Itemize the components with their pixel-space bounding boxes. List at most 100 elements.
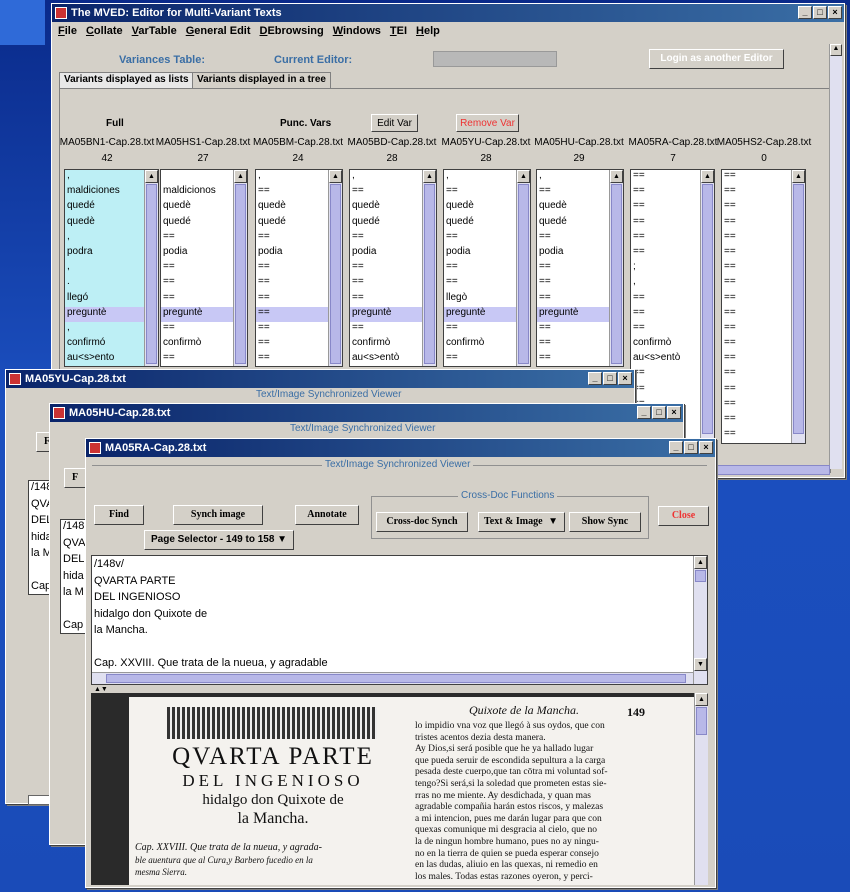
splitter-arrows-icon[interactable]: ▲▼: [94, 686, 108, 693]
menu-windows[interactable]: Windows: [333, 25, 381, 37]
list-vertical-scrollbar[interactable]: ▲: [144, 170, 158, 366]
menu-file[interactable]: File: [58, 25, 77, 37]
tab-lists[interactable]: Variants displayed as lists: [59, 72, 194, 88]
menu-tei[interactable]: TEI: [390, 25, 407, 37]
scroll-thumb[interactable]: [424, 184, 435, 364]
column-file-name: MA05HS2-Cap.28.txt: [716, 137, 812, 148]
main-horizontal-scrollbar[interactable]: [712, 465, 830, 475]
book-running-head: Quixote de la Mancha.: [469, 703, 579, 717]
scroll-thumb[interactable]: [146, 184, 157, 364]
maximize-icon[interactable]: □: [603, 372, 617, 385]
close-icon[interactable]: ×: [618, 372, 632, 385]
close-button[interactable]: Close: [658, 506, 709, 526]
punc-vars-label: Punc. Vars: [280, 118, 332, 129]
close-icon[interactable]: ×: [828, 6, 842, 19]
column-count: 29: [573, 153, 585, 164]
scroll-up-icon[interactable]: ▲: [234, 170, 247, 183]
scroll-up-icon[interactable]: ▲: [610, 170, 623, 183]
text-image-value: Text & Image: [484, 516, 543, 527]
maximize-icon[interactable]: □: [813, 6, 827, 19]
text-line: hidalgo don Quixote de: [94, 607, 208, 620]
scroll-thumb[interactable]: [106, 674, 686, 683]
column-count: 0: [761, 153, 767, 164]
main-titlebar[interactable]: The MVED: Editor for Multi-Variant Texts…: [52, 4, 844, 22]
list-vertical-scrollbar[interactable]: ▲: [516, 170, 530, 366]
chevron-down-icon: ▼: [548, 516, 558, 527]
viewer-yu-header: Text/Image Synchronized Viewer: [256, 389, 402, 400]
scroll-up-icon[interactable]: ▲: [701, 170, 714, 183]
close-icon[interactable]: ×: [667, 406, 681, 419]
scroll-thumb[interactable]: [518, 184, 529, 364]
main-vertical-scrollbar[interactable]: ▲: [829, 44, 842, 469]
minimize-icon[interactable]: _: [588, 372, 602, 385]
menu-general-edit[interactable]: General Edit: [186, 25, 251, 37]
scroll-thumb[interactable]: [793, 184, 804, 434]
scroll-up-icon[interactable]: ▲: [694, 556, 707, 569]
scroll-thumb[interactable]: [695, 570, 706, 582]
text-image-select[interactable]: Text & Image ▼: [478, 512, 565, 532]
viewer-ra-titlebar[interactable]: MA05RA-Cap.28.txt _ □ ×: [86, 439, 715, 457]
main-title: The MVED: Editor for Multi-Variant Texts: [71, 7, 282, 19]
variant-list[interactable]: == == == == == == == == == == == == == == == == == == ▲: [721, 169, 806, 444]
book-text-line: Ay Dios,si será posible que he ya hallad…: [415, 744, 594, 755]
page-image-pane[interactable]: QVARTA PARTE DEL INGENIOSO hidalgo don Q…: [91, 693, 708, 885]
list-vertical-scrollbar[interactable]: ▲: [422, 170, 436, 366]
variant-list[interactable]: , == quedè quedé == podia == == llegò preguntè == c…: [443, 169, 531, 367]
menu-help[interactable]: Help: [416, 25, 440, 37]
menu-vartable[interactable]: VarTable: [132, 25, 177, 37]
scroll-up-icon[interactable]: ▲: [329, 170, 342, 183]
edit-var-button[interactable]: Edit Var: [371, 114, 418, 132]
menu-debrowsing[interactable]: DEbrowsing: [260, 25, 324, 37]
variances-label: Variances Table:: [119, 54, 206, 66]
current-editor-field[interactable]: [433, 51, 557, 67]
scroll-thumb[interactable]: [696, 707, 707, 735]
scroll-thumb[interactable]: [702, 184, 713, 434]
show-sync-button[interactable]: Show Sync: [569, 512, 641, 532]
text-vertical-scrollbar[interactable]: ▲ ▼: [693, 556, 707, 684]
minimize-icon[interactable]: _: [637, 406, 651, 419]
close-icon[interactable]: ×: [699, 441, 713, 454]
scroll-up-icon[interactable]: ▲: [145, 170, 158, 183]
minimize-icon[interactable]: _: [798, 6, 812, 19]
scroll-thumb[interactable]: [235, 184, 246, 364]
list-vertical-scrollbar[interactable]: ▲: [328, 170, 342, 366]
book-left-page: QVARTA PARTE DEL INGENIOSO hidalgo don Q…: [129, 697, 417, 885]
text-horizontal-scrollbar[interactable]: [92, 672, 693, 684]
minimize-icon[interactable]: _: [669, 441, 683, 454]
remove-var-button[interactable]: Remove Var: [456, 114, 519, 132]
synch-image-button[interactable]: Synch image: [173, 505, 263, 525]
find-button[interactable]: Find: [94, 505, 144, 525]
list-vertical-scrollbar[interactable]: ▲: [609, 170, 623, 366]
find-button[interactable]: F: [64, 468, 86, 488]
page-selector[interactable]: Page Selector - 149 to 158 ▼: [144, 530, 294, 550]
scroll-up-icon[interactable]: ▲: [423, 170, 436, 183]
viewer-yu-titlebar[interactable]: MA05YU-Cap.28.txt _ □ ×: [6, 370, 634, 388]
variant-list[interactable]: , == quedè quedé == podia == == == == == == == ▲: [255, 169, 343, 367]
scroll-up-icon[interactable]: ▲: [792, 170, 805, 183]
list-vertical-scrollbar[interactable]: ▲: [700, 170, 714, 443]
list-vertical-scrollbar[interactable]: ▲: [791, 170, 805, 443]
variant-list[interactable]: maldicionos quedè quedé == podia == == == pregun…: [160, 169, 248, 367]
scroll-up-icon[interactable]: ▲: [517, 170, 530, 183]
scroll-thumb[interactable]: [611, 184, 622, 364]
maximize-icon[interactable]: □: [652, 406, 666, 419]
column-file-name: MA05HS1-Cap.28.txt: [155, 137, 251, 148]
viewer-hu-titlebar[interactable]: MA05HU-Cap.28.txt _ □ ×: [50, 404, 683, 422]
text-line: QVARTA PARTE: [94, 574, 176, 587]
scroll-down-icon[interactable]: ▼: [694, 658, 707, 671]
tab-tree[interactable]: Variants displayed in a tree: [192, 72, 331, 88]
scroll-up-icon[interactable]: ▲: [830, 44, 842, 56]
variant-list[interactable]: , == quedè quedé == podia == == == preguntè == == ==…: [536, 169, 624, 367]
login-button[interactable]: Login as another Editor: [649, 49, 784, 69]
maximize-icon[interactable]: □: [684, 441, 698, 454]
scroll-thumb[interactable]: [330, 184, 341, 364]
list-vertical-scrollbar[interactable]: ▲: [233, 170, 247, 366]
menu-collate[interactable]: Collate: [86, 25, 123, 37]
scroll-up-icon[interactable]: ▲: [695, 693, 708, 706]
image-vertical-scrollbar[interactable]: ▲: [694, 693, 708, 885]
viewer-ra-text[interactable]: /148v/QVARTA PARTE DEL INGENIOSO hidalgo d…: [91, 555, 708, 685]
crossdoc-synch-button[interactable]: Cross-doc Synch: [376, 512, 468, 532]
annotate-button[interactable]: Annotate: [295, 505, 359, 525]
variant-list[interactable]: , maldiciones quedé quedè, podra,. llegó pregu…: [64, 169, 159, 367]
variant-list[interactable]: , == quedè quedé == podia == == == preguntè == conf…: [349, 169, 437, 367]
